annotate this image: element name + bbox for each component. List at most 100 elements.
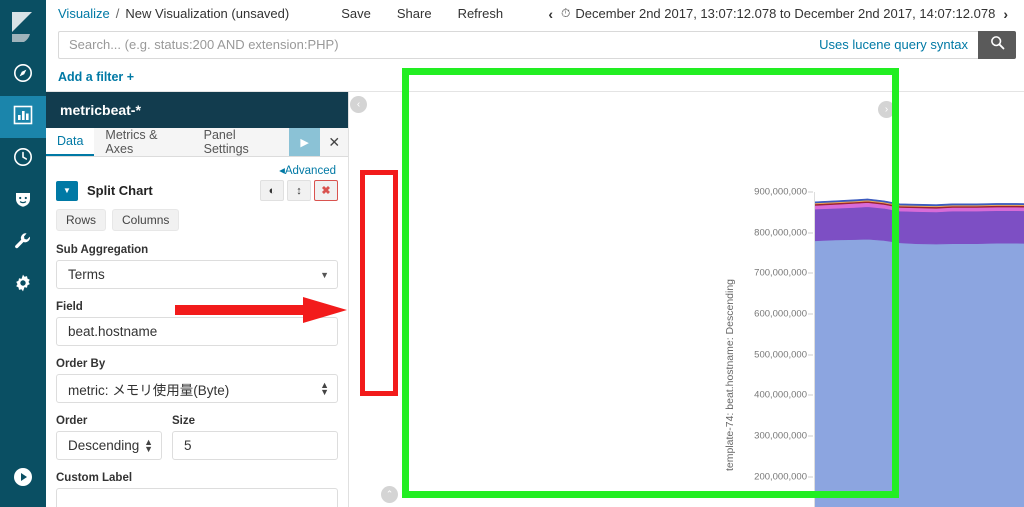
order-label: Order: [56, 415, 88, 427]
size-field: Size 5: [172, 415, 338, 460]
spinner-icon: ▲ ▼: [144, 436, 153, 454]
y-axis-tick-mark: [808, 435, 813, 437]
sidebar-item-discover[interactable]: [0, 54, 46, 96]
filter-bar: Add a filter +: [46, 62, 1024, 92]
y-axis-tick-label: 700,000,000: [754, 267, 807, 279]
y-axis-tick-label: 800,000,000: [754, 227, 807, 239]
split-series-label-text: template-74: beat.hostname: Descending: [724, 278, 737, 472]
split-rows-button[interactable]: Rows: [56, 209, 107, 231]
time-prev-button[interactable]: ‹: [540, 6, 561, 22]
sidebar-item-management[interactable]: [0, 264, 46, 306]
order-field: Order Descending ▲ ▼: [56, 415, 162, 460]
custom-label-field: Custom Label: [56, 472, 338, 507]
sidebar-item-dev-tools[interactable]: [0, 222, 46, 264]
area-series-java[interactable]: [814, 238, 1024, 507]
kibana-visualize-app: Visualize / New Visualization (unsaved) …: [0, 0, 1024, 507]
field-label: Field: [56, 301, 83, 313]
visualization-canvas: template-74: beat.hostname: Descending 0…: [349, 92, 1024, 507]
y-axis: 0100,000,000200,000,000300,000,000400,00…: [753, 186, 813, 507]
tab-data[interactable]: Data: [46, 128, 95, 156]
y-axis-tick-mark: [808, 313, 813, 315]
split-series-label: template-74: beat.hostname: Descending: [719, 264, 741, 486]
time-picker[interactable]: ‹ ⏱ December 2nd 2017, 13:07:12.078 to D…: [540, 6, 1024, 22]
search-input[interactable]: Search... (e.g. status:200 AND extension…: [58, 30, 810, 59]
size-value: 5: [184, 438, 192, 453]
lucene-syntax-link[interactable]: Uses lucene query syntax: [809, 30, 978, 59]
order-value: Descending: [68, 438, 140, 453]
collapse-legend-button[interactable]: ›: [878, 101, 895, 118]
drag-handle-button[interactable]: ↕: [287, 180, 311, 201]
share-button[interactable]: Share: [397, 6, 432, 21]
query-bar: Search... (e.g. status:200 AND extension…: [46, 27, 1024, 62]
size-input[interactable]: 5: [172, 431, 338, 460]
chevron-down-icon[interactable]: ▼: [56, 180, 78, 201]
play-icon: ▶: [300, 136, 309, 149]
order-by-label: Order By: [56, 358, 106, 370]
editor-body: ◂Advanced ▼ Split Chart ◐ ↕ ✖ Rows Colum…: [46, 157, 348, 507]
app-header: Visualize / New Visualization (unsaved) …: [46, 0, 1024, 27]
order-select[interactable]: Descending ▲ ▼: [56, 431, 162, 460]
toggle-enabled-button[interactable]: ◐: [260, 180, 284, 201]
index-pattern-title: metricbeat-*: [46, 92, 348, 128]
field-select[interactable]: beat.hostname: [56, 317, 338, 346]
collapse-play-icon: [13, 467, 33, 492]
discard-changes-button[interactable]: ✕: [320, 128, 349, 156]
tab-metrics-and-axes[interactable]: Metrics & Axes: [94, 128, 192, 156]
advanced-toggle[interactable]: ◂Advanced: [56, 163, 336, 177]
collapse-spy-panel-button[interactable]: ⌃: [381, 486, 398, 503]
custom-label-input[interactable]: [56, 488, 338, 507]
search-submit-button[interactable]: [978, 30, 1016, 59]
sub-aggregation-field: Sub Aggregation Terms ▼: [56, 244, 338, 289]
time-range-label[interactable]: December 2nd 2017, 13:07:12.078 to Decem…: [575, 6, 995, 21]
sidebar-item-visualize[interactable]: [0, 96, 46, 138]
split-chart-title: Split Chart: [87, 183, 153, 198]
breadcrumb-current: New Visualization (unsaved): [125, 6, 290, 21]
field-field: Field beat.hostname: [56, 301, 338, 346]
clock-icon: ⏱: [561, 6, 571, 20]
custom-label-label: Custom Label: [56, 472, 133, 484]
save-button[interactable]: Save: [341, 6, 371, 21]
collapse-editor-button[interactable]: ‹: [350, 96, 367, 113]
chevron-down-icon: ▼: [320, 269, 329, 280]
y-axis-tick-label: 900,000,000: [754, 186, 807, 198]
add-filter-button[interactable]: Add a filter +: [58, 70, 134, 84]
y-axis-tick-mark: [808, 476, 813, 478]
compass-icon: [13, 63, 33, 88]
bar-chart-icon: [13, 105, 33, 130]
agg-action-buttons: ◐ ↕ ✖: [260, 180, 338, 201]
global-nav-rail: [0, 0, 46, 507]
field-value: beat.hostname: [68, 324, 158, 339]
split-columns-button[interactable]: Columns: [112, 209, 180, 231]
apply-changes-button[interactable]: ▶: [288, 128, 321, 156]
sub-aggregation-select[interactable]: Terms ▼: [56, 260, 338, 289]
wrench-icon: [13, 231, 33, 256]
plus-icon: +: [126, 69, 135, 84]
remove-agg-button[interactable]: ✖: [314, 180, 338, 201]
sidebar-item-monitoring[interactable]: [0, 180, 46, 222]
time-next-button[interactable]: ›: [995, 6, 1016, 22]
refresh-button[interactable]: Refresh: [458, 6, 504, 21]
area-chart-plot[interactable]: [814, 192, 1024, 507]
y-axis-tick-mark: [808, 191, 813, 193]
breadcrumb-separator: /: [115, 6, 120, 21]
y-axis-tick-mark: [808, 354, 813, 356]
y-axis-tick-label: 400,000,000: [754, 389, 807, 401]
order-and-size-row: Order Descending ▲ ▼ Size 5: [56, 415, 338, 460]
tab-panel-settings[interactable]: Panel Settings: [193, 128, 289, 156]
sub-aggregation-value: Terms: [68, 267, 105, 282]
y-axis-tick-label: 500,000,000: [754, 349, 807, 361]
editor-tabs: Data Metrics & Axes Panel Settings ▶ ✕: [46, 128, 349, 157]
order-by-value: metric: メモリ使用量(Byte): [68, 382, 230, 398]
y-axis-tick-label: 600,000,000: [754, 308, 807, 320]
split-mode-toggle: Rows Columns: [56, 209, 338, 231]
breadcrumb-visualize[interactable]: Visualize: [58, 6, 110, 21]
advanced-label: Advanced: [284, 165, 336, 177]
kibana-logo[interactable]: [0, 0, 46, 54]
split-chart-agg-header: ▼ Split Chart ◐ ↕ ✖: [56, 180, 338, 201]
collapse-nav-button[interactable]: [0, 451, 46, 507]
sub-aggregation-label: Sub Aggregation: [56, 244, 149, 256]
sidebar-item-timelion[interactable]: [0, 138, 46, 180]
order-by-select[interactable]: metric: メモリ使用量(Byte) ▲ ▼: [56, 374, 338, 403]
shield-icon: [13, 189, 33, 214]
order-by-field: Order By metric: メモリ使用量(Byte) ▲ ▼: [56, 358, 338, 403]
